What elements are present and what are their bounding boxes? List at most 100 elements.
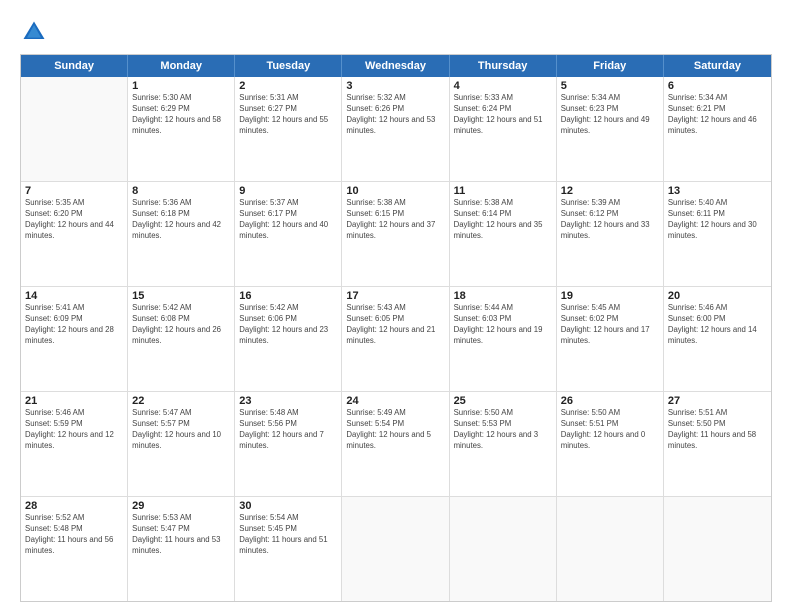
empty-cell <box>664 497 771 601</box>
header <box>20 18 772 46</box>
day-cell-6: 6Sunrise: 5:34 AM Sunset: 6:21 PM Daylig… <box>664 77 771 181</box>
day-cell-1: 1Sunrise: 5:30 AM Sunset: 6:29 PM Daylig… <box>128 77 235 181</box>
cell-info: Sunrise: 5:54 AM Sunset: 5:45 PM Dayligh… <box>239 513 337 557</box>
page: SundayMondayTuesdayWednesdayThursdayFrid… <box>0 0 792 612</box>
day-number: 24 <box>346 395 444 407</box>
day-cell-17: 17Sunrise: 5:43 AM Sunset: 6:05 PM Dayli… <box>342 287 449 391</box>
day-cell-2: 2Sunrise: 5:31 AM Sunset: 6:27 PM Daylig… <box>235 77 342 181</box>
day-cell-10: 10Sunrise: 5:38 AM Sunset: 6:15 PM Dayli… <box>342 182 449 286</box>
cell-info: Sunrise: 5:33 AM Sunset: 6:24 PM Dayligh… <box>454 93 552 137</box>
day-cell-28: 28Sunrise: 5:52 AM Sunset: 5:48 PM Dayli… <box>21 497 128 601</box>
cell-info: Sunrise: 5:34 AM Sunset: 6:21 PM Dayligh… <box>668 93 767 137</box>
cell-info: Sunrise: 5:32 AM Sunset: 6:26 PM Dayligh… <box>346 93 444 137</box>
cell-info: Sunrise: 5:47 AM Sunset: 5:57 PM Dayligh… <box>132 408 230 452</box>
cell-info: Sunrise: 5:46 AM Sunset: 5:59 PM Dayligh… <box>25 408 123 452</box>
day-number: 7 <box>25 185 123 197</box>
day-number: 26 <box>561 395 659 407</box>
cell-info: Sunrise: 5:42 AM Sunset: 6:08 PM Dayligh… <box>132 303 230 347</box>
cell-info: Sunrise: 5:34 AM Sunset: 6:23 PM Dayligh… <box>561 93 659 137</box>
calendar: SundayMondayTuesdayWednesdayThursdayFrid… <box>20 54 772 602</box>
day-number: 12 <box>561 185 659 197</box>
day-number: 2 <box>239 80 337 92</box>
cell-info: Sunrise: 5:37 AM Sunset: 6:17 PM Dayligh… <box>239 198 337 242</box>
day-cell-24: 24Sunrise: 5:49 AM Sunset: 5:54 PM Dayli… <box>342 392 449 496</box>
empty-cell <box>557 497 664 601</box>
day-cell-26: 26Sunrise: 5:50 AM Sunset: 5:51 PM Dayli… <box>557 392 664 496</box>
cell-info: Sunrise: 5:49 AM Sunset: 5:54 PM Dayligh… <box>346 408 444 452</box>
day-number: 10 <box>346 185 444 197</box>
cell-info: Sunrise: 5:30 AM Sunset: 6:29 PM Dayligh… <box>132 93 230 137</box>
calendar-row-4: 21Sunrise: 5:46 AM Sunset: 5:59 PM Dayli… <box>21 392 771 497</box>
day-number: 29 <box>132 500 230 512</box>
cell-info: Sunrise: 5:38 AM Sunset: 6:14 PM Dayligh… <box>454 198 552 242</box>
empty-cell <box>342 497 449 601</box>
cell-info: Sunrise: 5:48 AM Sunset: 5:56 PM Dayligh… <box>239 408 337 452</box>
calendar-body: 1Sunrise: 5:30 AM Sunset: 6:29 PM Daylig… <box>21 77 771 601</box>
day-number: 5 <box>561 80 659 92</box>
day-number: 22 <box>132 395 230 407</box>
header-day-tuesday: Tuesday <box>235 55 342 77</box>
calendar-row-3: 14Sunrise: 5:41 AM Sunset: 6:09 PM Dayli… <box>21 287 771 392</box>
cell-info: Sunrise: 5:44 AM Sunset: 6:03 PM Dayligh… <box>454 303 552 347</box>
cell-info: Sunrise: 5:43 AM Sunset: 6:05 PM Dayligh… <box>346 303 444 347</box>
day-cell-11: 11Sunrise: 5:38 AM Sunset: 6:14 PM Dayli… <box>450 182 557 286</box>
day-cell-8: 8Sunrise: 5:36 AM Sunset: 6:18 PM Daylig… <box>128 182 235 286</box>
header-day-thursday: Thursday <box>450 55 557 77</box>
day-cell-19: 19Sunrise: 5:45 AM Sunset: 6:02 PM Dayli… <box>557 287 664 391</box>
day-number: 21 <box>25 395 123 407</box>
day-cell-14: 14Sunrise: 5:41 AM Sunset: 6:09 PM Dayli… <box>21 287 128 391</box>
day-number: 19 <box>561 290 659 302</box>
day-cell-3: 3Sunrise: 5:32 AM Sunset: 6:26 PM Daylig… <box>342 77 449 181</box>
day-cell-7: 7Sunrise: 5:35 AM Sunset: 6:20 PM Daylig… <box>21 182 128 286</box>
cell-info: Sunrise: 5:36 AM Sunset: 6:18 PM Dayligh… <box>132 198 230 242</box>
day-number: 4 <box>454 80 552 92</box>
header-day-monday: Monday <box>128 55 235 77</box>
day-number: 27 <box>668 395 767 407</box>
cell-info: Sunrise: 5:45 AM Sunset: 6:02 PM Dayligh… <box>561 303 659 347</box>
day-cell-20: 20Sunrise: 5:46 AM Sunset: 6:00 PM Dayli… <box>664 287 771 391</box>
header-day-friday: Friday <box>557 55 664 77</box>
day-number: 14 <box>25 290 123 302</box>
day-cell-13: 13Sunrise: 5:40 AM Sunset: 6:11 PM Dayli… <box>664 182 771 286</box>
day-cell-16: 16Sunrise: 5:42 AM Sunset: 6:06 PM Dayli… <box>235 287 342 391</box>
day-cell-27: 27Sunrise: 5:51 AM Sunset: 5:50 PM Dayli… <box>664 392 771 496</box>
day-number: 11 <box>454 185 552 197</box>
header-day-saturday: Saturday <box>664 55 771 77</box>
day-number: 16 <box>239 290 337 302</box>
cell-info: Sunrise: 5:50 AM Sunset: 5:53 PM Dayligh… <box>454 408 552 452</box>
day-number: 23 <box>239 395 337 407</box>
calendar-row-2: 7Sunrise: 5:35 AM Sunset: 6:20 PM Daylig… <box>21 182 771 287</box>
day-cell-29: 29Sunrise: 5:53 AM Sunset: 5:47 PM Dayli… <box>128 497 235 601</box>
day-number: 28 <box>25 500 123 512</box>
day-number: 6 <box>668 80 767 92</box>
header-day-wednesday: Wednesday <box>342 55 449 77</box>
empty-cell <box>21 77 128 181</box>
cell-info: Sunrise: 5:38 AM Sunset: 6:15 PM Dayligh… <box>346 198 444 242</box>
day-cell-9: 9Sunrise: 5:37 AM Sunset: 6:17 PM Daylig… <box>235 182 342 286</box>
day-number: 25 <box>454 395 552 407</box>
day-cell-12: 12Sunrise: 5:39 AM Sunset: 6:12 PM Dayli… <box>557 182 664 286</box>
calendar-row-5: 28Sunrise: 5:52 AM Sunset: 5:48 PM Dayli… <box>21 497 771 601</box>
day-number: 30 <box>239 500 337 512</box>
day-cell-22: 22Sunrise: 5:47 AM Sunset: 5:57 PM Dayli… <box>128 392 235 496</box>
cell-info: Sunrise: 5:35 AM Sunset: 6:20 PM Dayligh… <box>25 198 123 242</box>
logo <box>20 18 54 46</box>
cell-info: Sunrise: 5:52 AM Sunset: 5:48 PM Dayligh… <box>25 513 123 557</box>
calendar-row-1: 1Sunrise: 5:30 AM Sunset: 6:29 PM Daylig… <box>21 77 771 182</box>
day-cell-18: 18Sunrise: 5:44 AM Sunset: 6:03 PM Dayli… <box>450 287 557 391</box>
empty-cell <box>450 497 557 601</box>
cell-info: Sunrise: 5:42 AM Sunset: 6:06 PM Dayligh… <box>239 303 337 347</box>
day-number: 13 <box>668 185 767 197</box>
cell-info: Sunrise: 5:40 AM Sunset: 6:11 PM Dayligh… <box>668 198 767 242</box>
day-cell-21: 21Sunrise: 5:46 AM Sunset: 5:59 PM Dayli… <box>21 392 128 496</box>
day-number: 1 <box>132 80 230 92</box>
cell-info: Sunrise: 5:53 AM Sunset: 5:47 PM Dayligh… <box>132 513 230 557</box>
day-cell-4: 4Sunrise: 5:33 AM Sunset: 6:24 PM Daylig… <box>450 77 557 181</box>
cell-info: Sunrise: 5:31 AM Sunset: 6:27 PM Dayligh… <box>239 93 337 137</box>
cell-info: Sunrise: 5:50 AM Sunset: 5:51 PM Dayligh… <box>561 408 659 452</box>
day-cell-15: 15Sunrise: 5:42 AM Sunset: 6:08 PM Dayli… <box>128 287 235 391</box>
cell-info: Sunrise: 5:46 AM Sunset: 6:00 PM Dayligh… <box>668 303 767 347</box>
logo-icon <box>20 18 48 46</box>
day-number: 3 <box>346 80 444 92</box>
day-number: 9 <box>239 185 337 197</box>
